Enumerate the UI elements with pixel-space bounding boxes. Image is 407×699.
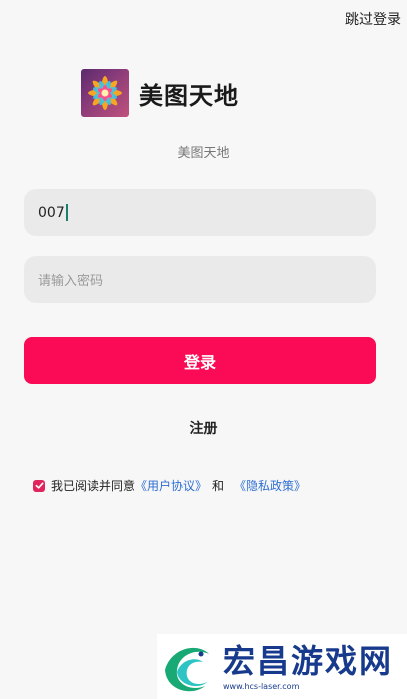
password-placeholder: 请输入密码 [38,274,104,289]
dragon-logo-icon [165,647,209,692]
app-logo [81,69,129,117]
agreement-checkbox[interactable] [33,479,45,492]
account-value: 007 [38,204,65,221]
site-watermark: 宏昌游戏网 www.hcs-laser.com [157,634,407,699]
register-link[interactable]: 注册 [0,418,407,438]
login-button[interactable]: 登录 [24,337,376,384]
agreement-and: 和 [212,479,225,493]
watermark-title: 宏昌游戏网 [223,642,394,680]
agreement-prefix: 我已阅读并同意 [51,479,136,493]
app-subtitle: 美图天地 [177,146,230,161]
app-name: 美图天地 [139,81,239,110]
check-icon [35,482,44,489]
password-input[interactable]: 请输入密码 [24,256,376,303]
watermark-url: www.hcs-laser.com [223,682,300,691]
brand-header: 美图天地 [81,69,239,117]
user-agreement-link[interactable]: 《用户协议》 [135,477,207,494]
account-input[interactable]: 007 [24,189,376,236]
skip-login-button[interactable]: 跳过登录 [345,9,401,29]
privacy-policy-link[interactable]: 《隐私政策》 [234,477,306,494]
text-caret [65,204,68,221]
agreement-row: 我已阅读并同意 《用户协议》 和 《隐私政策》 [33,477,306,494]
